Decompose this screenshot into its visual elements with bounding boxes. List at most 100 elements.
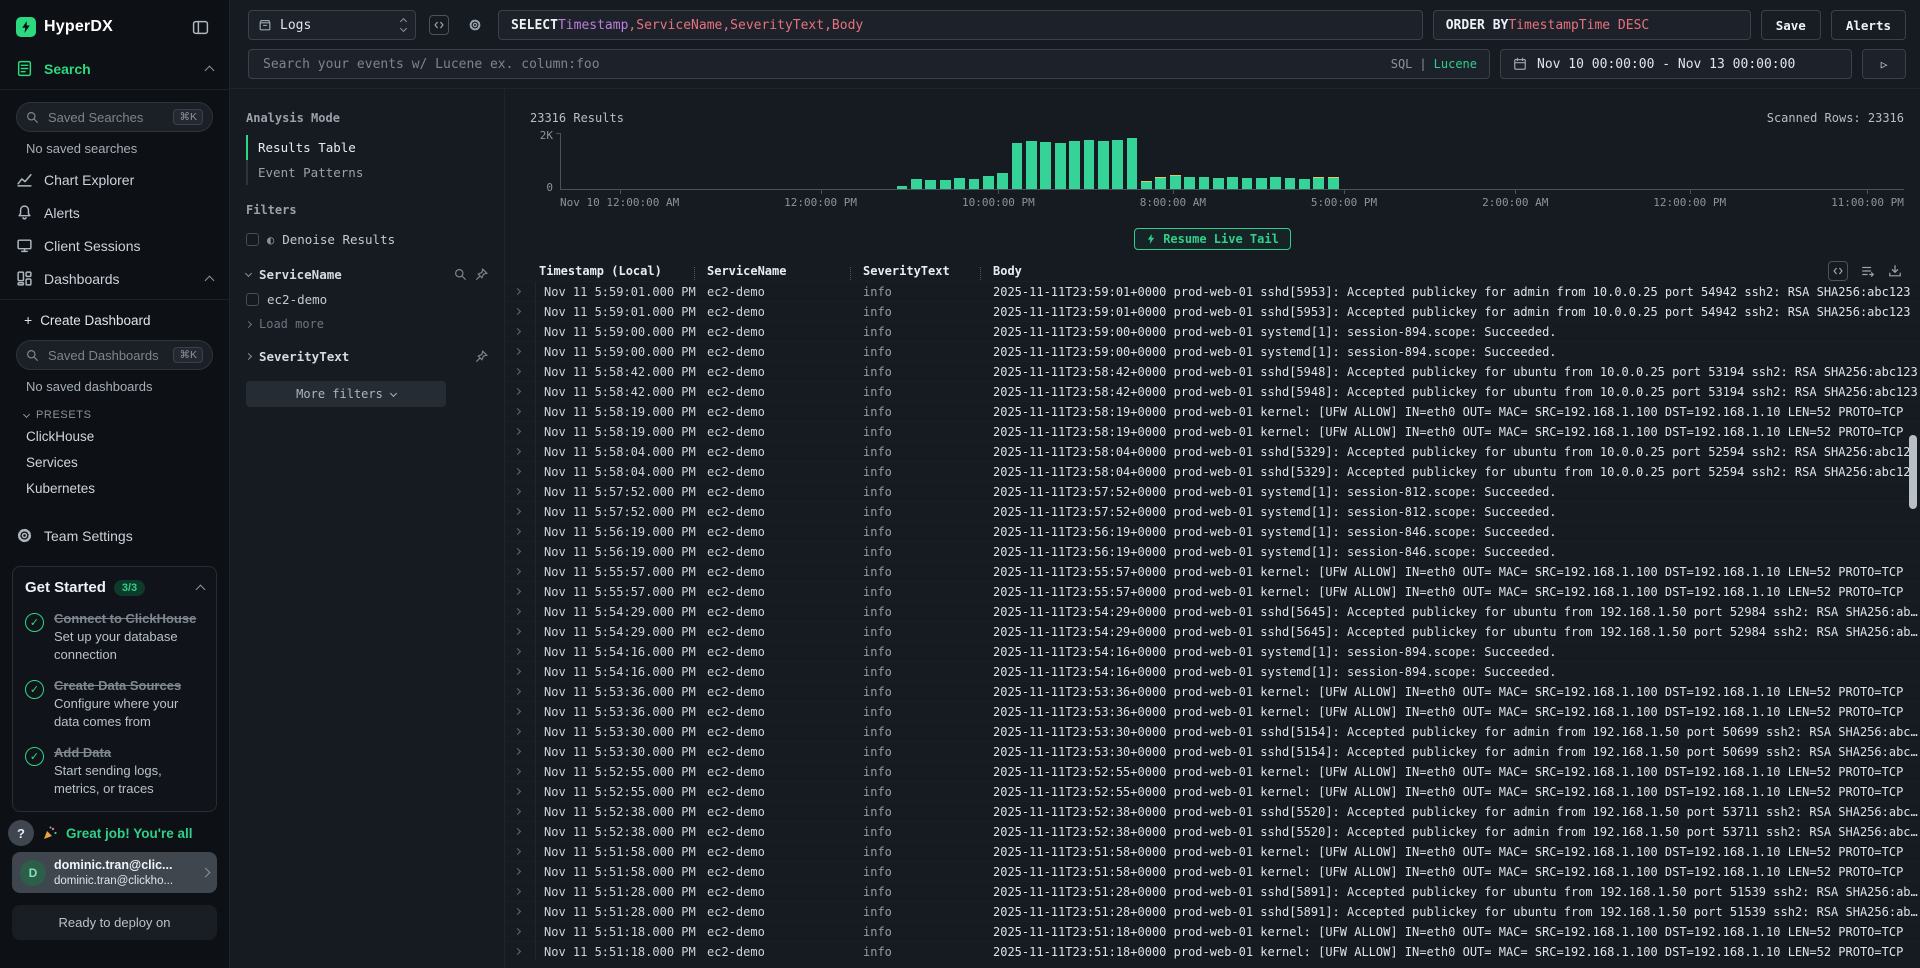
col-timestamp[interactable]: Timestamp (Local) (535, 264, 703, 278)
saved-dashboards-input[interactable]: ⌘K (16, 340, 213, 370)
histogram-bar[interactable] (954, 133, 965, 189)
presets-toggle[interactable]: PRESETS (0, 401, 229, 423)
row-expand-icon[interactable] (505, 529, 535, 534)
table-row[interactable]: Nov 11 5:57:52.000 PMec2-demoinfo2025-11… (505, 501, 1920, 521)
get-started-header[interactable]: Get Started 3/3 (25, 579, 204, 596)
more-filters-button[interactable]: More filters (246, 381, 446, 407)
table-row[interactable]: Nov 11 5:53:36.000 PMec2-demoinfo2025-11… (505, 681, 1920, 701)
histogram-bar[interactable] (1127, 133, 1138, 189)
histogram-bar[interactable] (1242, 133, 1253, 189)
histogram-bar[interactable] (897, 133, 908, 189)
query-settings-button[interactable] (462, 12, 488, 38)
row-expand-icon[interactable] (505, 709, 535, 714)
table-row[interactable]: Nov 11 5:52:38.000 PMec2-demoinfo2025-11… (505, 801, 1920, 821)
histogram-bar[interactable] (1285, 133, 1296, 189)
row-expand-icon[interactable] (505, 929, 535, 934)
table-row[interactable]: Nov 11 5:54:29.000 PMec2-demoinfo2025-11… (505, 621, 1920, 641)
histogram-bar[interactable] (983, 133, 994, 189)
histogram-bar[interactable] (1184, 133, 1195, 189)
histogram-bar[interactable] (969, 133, 980, 189)
service-checkbox[interactable] (246, 293, 259, 306)
sidebar-item-client-sessions[interactable]: Client Sessions (0, 229, 229, 262)
table-row[interactable]: Nov 11 5:51:58.000 PMec2-demoinfo2025-11… (505, 841, 1920, 861)
row-expand-icon[interactable] (505, 409, 535, 414)
table-row[interactable]: Nov 11 5:58:42.000 PMec2-demoinfo2025-11… (505, 381, 1920, 401)
table-row[interactable]: Nov 11 5:56:19.000 PMec2-demoinfo2025-11… (505, 541, 1920, 561)
sql-toggle[interactable]: SQL (1391, 57, 1413, 71)
histogram-bar[interactable] (1299, 133, 1310, 189)
row-expand-icon[interactable] (505, 589, 535, 594)
row-expand-icon[interactable] (505, 889, 535, 894)
histogram-bar[interactable] (1328, 133, 1339, 189)
col-servicename[interactable]: ServiceName (703, 264, 859, 278)
event-search-input[interactable] (261, 56, 1381, 73)
row-expand-icon[interactable] (505, 609, 535, 614)
get-started-step[interactable]: ✓ Connect to ClickHouse Set up your data… (25, 610, 204, 663)
sidebar-item-alerts[interactable]: Alerts (0, 196, 229, 229)
histogram-plot[interactable] (560, 133, 1904, 189)
column-options-icon[interactable] (1861, 264, 1875, 278)
saved-searches-field[interactable] (46, 109, 166, 126)
sidebar-collapse-icon[interactable] (187, 14, 213, 40)
histogram-bar[interactable] (925, 133, 936, 189)
table-row[interactable]: Nov 11 5:58:04.000 PMec2-demoinfo2025-11… (505, 441, 1920, 461)
row-expand-icon[interactable] (505, 469, 535, 474)
sidebar-item-dashboards[interactable]: Dashboards (0, 262, 229, 295)
row-expand-icon[interactable] (505, 649, 535, 654)
event-search-box[interactable]: SQL | Lucene (248, 49, 1490, 79)
histogram-bar[interactable] (940, 133, 951, 189)
table-row[interactable]: Nov 11 5:58:19.000 PMec2-demoinfo2025-11… (505, 401, 1920, 421)
denoise-checkbox[interactable] (246, 233, 259, 246)
alerts-button[interactable]: Alerts (1831, 10, 1906, 40)
histogram-bar[interactable] (1270, 133, 1281, 189)
filter-search-icon[interactable] (454, 268, 467, 281)
table-row[interactable]: Nov 11 5:55:57.000 PMec2-demoinfo2025-11… (505, 581, 1920, 601)
histogram-bar[interactable] (1026, 133, 1037, 189)
histogram-bar[interactable] (997, 133, 1008, 189)
table-row[interactable]: Nov 11 5:54:16.000 PMec2-demoinfo2025-11… (505, 661, 1920, 681)
saved-searches-input[interactable]: ⌘K (16, 102, 213, 132)
row-expand-icon[interactable] (505, 809, 535, 814)
sidebar-item-chart-explorer[interactable]: Chart Explorer (0, 163, 229, 196)
mode-results-table[interactable]: Results Table (246, 135, 488, 160)
row-expand-icon[interactable] (505, 629, 535, 634)
get-started-step[interactable]: ✓ Add Data Start sending logs, metrics, … (25, 744, 204, 797)
row-expand-icon[interactable] (505, 389, 535, 394)
table-scrollbar[interactable] (1909, 435, 1917, 509)
preset-kubernetes[interactable]: Kubernetes (0, 475, 229, 501)
histogram-bar[interactable] (1012, 133, 1023, 189)
sidebar-item-search[interactable]: Search (0, 52, 229, 85)
table-row[interactable]: Nov 11 5:58:42.000 PMec2-demoinfo2025-11… (505, 361, 1920, 381)
table-row[interactable]: Nov 11 5:54:16.000 PMec2-demoinfo2025-11… (505, 641, 1920, 661)
row-expand-icon[interactable] (505, 549, 535, 554)
mode-event-patterns[interactable]: Event Patterns (246, 160, 488, 185)
row-expand-icon[interactable] (505, 869, 535, 874)
histogram-bar[interactable] (1040, 133, 1051, 189)
histogram-bar[interactable] (911, 133, 922, 189)
table-row[interactable]: Nov 11 5:51:58.000 PMec2-demoinfo2025-11… (505, 861, 1920, 881)
row-expand-icon[interactable] (505, 849, 535, 854)
table-row[interactable]: Nov 11 5:51:18.000 PMec2-demoinfo2025-11… (505, 941, 1920, 961)
severitytext-group-header[interactable]: SeverityText (246, 344, 488, 369)
table-row[interactable]: Nov 11 5:59:01.000 PMec2-demoinfo2025-11… (505, 301, 1920, 321)
table-row[interactable]: Nov 11 5:58:04.000 PMec2-demoinfo2025-11… (505, 461, 1920, 481)
row-expand-icon[interactable] (505, 489, 535, 494)
user-menu[interactable]: D dominic.tran@clic... dominic.tran@clic… (12, 852, 217, 893)
servicename-group-header[interactable]: ServiceName (246, 262, 488, 287)
date-range-picker[interactable]: Nov 10 00:00:00 - Nov 13 00:00:00 (1500, 49, 1852, 79)
table-row[interactable]: Nov 11 5:59:00.000 PMec2-demoinfo2025-11… (505, 321, 1920, 341)
histogram-bar[interactable] (1155, 133, 1166, 189)
col-body[interactable]: Body (989, 264, 1920, 278)
row-expand-icon[interactable] (505, 289, 535, 294)
row-expand-icon[interactable] (505, 309, 535, 314)
row-expand-icon[interactable] (505, 689, 535, 694)
row-expand-icon[interactable] (505, 369, 535, 374)
histogram-bar[interactable] (1084, 133, 1095, 189)
row-expand-icon[interactable] (505, 729, 535, 734)
pin-icon[interactable] (475, 350, 488, 363)
histogram-bar[interactable] (1313, 133, 1324, 189)
help-button[interactable]: ? (8, 820, 34, 846)
row-expand-icon[interactable] (505, 789, 535, 794)
source-select[interactable]: Logs (248, 10, 416, 40)
table-row[interactable]: Nov 11 5:59:00.000 PMec2-demoinfo2025-11… (505, 341, 1920, 361)
